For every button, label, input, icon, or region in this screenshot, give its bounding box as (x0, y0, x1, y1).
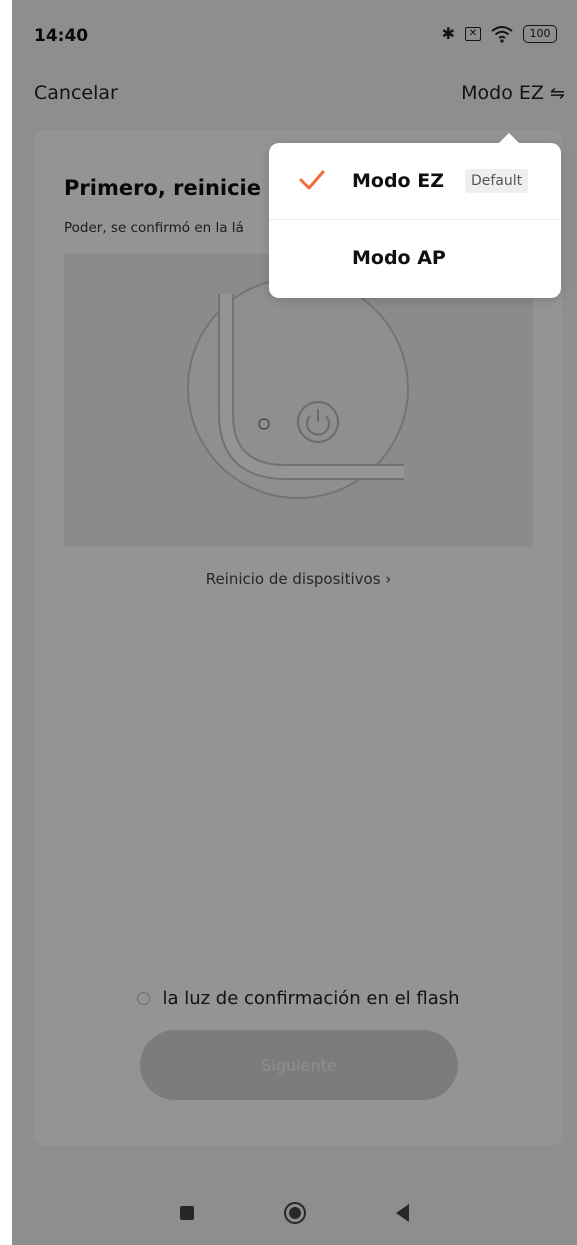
menu-item-ap-mode[interactable]: Modo AP (269, 220, 561, 296)
menu-item-label: Modo AP (352, 247, 446, 269)
app-screen: 14:40 ✱ ✕ 100 Cancelar Modo EZ ⇋ Primero… (12, 0, 577, 1245)
menu-item-label: Modo EZ (352, 170, 444, 192)
checkmark-icon (299, 170, 325, 190)
dropdown-pointer (499, 133, 519, 143)
default-badge: Default (465, 169, 529, 193)
menu-item-ez-mode[interactable]: Modo EZ Default (269, 143, 561, 220)
mode-dropdown: Modo EZ Default Modo AP (269, 133, 561, 298)
